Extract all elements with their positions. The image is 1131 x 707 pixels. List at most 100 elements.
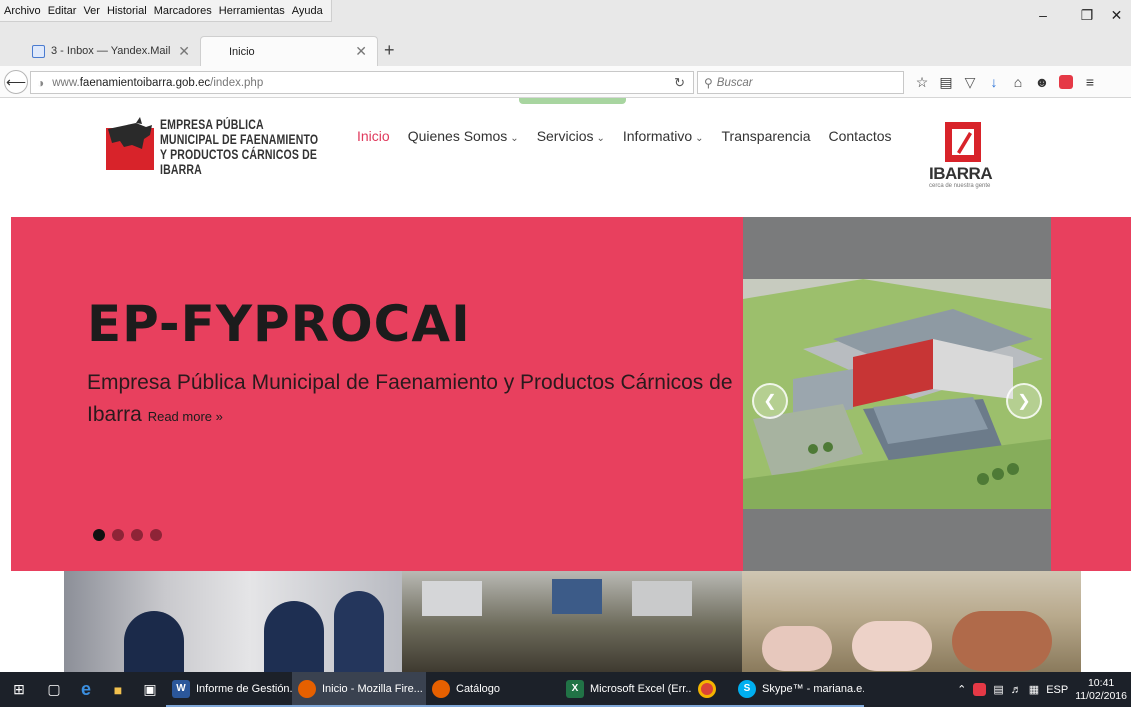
menu-items: Archivo Editar Ver Historial Marcadores … bbox=[0, 0, 332, 22]
chevron-down-icon: ⌄ bbox=[695, 133, 704, 144]
edge-button[interactable]: e bbox=[70, 672, 102, 707]
minimize-button[interactable]: – bbox=[1021, 0, 1065, 30]
read-more-link[interactable]: Read more » bbox=[148, 409, 223, 424]
menu-ayuda[interactable]: Ayuda bbox=[292, 5, 323, 17]
ibarra-name: IBARRA bbox=[929, 164, 993, 183]
site-info-icon[interactable]: ◑ bbox=[37, 76, 44, 90]
toolbar-icons: ☆ ▤ ▽ ↓ ⌂ ☻ ≡ bbox=[910, 72, 1102, 92]
search-icon: ⚲ bbox=[704, 75, 713, 90]
store-button[interactable]: ▣ bbox=[134, 672, 166, 707]
slider-dot-1[interactable] bbox=[93, 529, 105, 541]
menu-herramientas[interactable]: Herramientas bbox=[219, 5, 285, 17]
mail-icon bbox=[32, 44, 45, 58]
tab-yandex-mail[interactable]: 3 - Inbox — Yandex.Mail ✕ bbox=[22, 36, 200, 66]
tab-label: Inicio bbox=[229, 45, 255, 58]
bookmark-star-icon[interactable]: ☆ bbox=[910, 72, 934, 92]
hero-image-facility: ❮ ❯ bbox=[743, 217, 1051, 571]
chrome-icon bbox=[698, 679, 716, 698]
downloads-icon[interactable]: ↓ bbox=[982, 72, 1006, 92]
task-view-button[interactable]: ▢ bbox=[38, 672, 70, 707]
start-button[interactable]: ⊞ bbox=[0, 672, 38, 707]
slider-dot-2[interactable] bbox=[112, 529, 124, 541]
tray-app-icon[interactable] bbox=[973, 683, 987, 696]
task-view-icon: ▢ bbox=[47, 681, 61, 697]
bookmarks-list-icon[interactable]: ▤ bbox=[934, 72, 958, 92]
arrow-left-icon: ❮ bbox=[763, 393, 777, 410]
search-input[interactable]: ⚲ Buscar bbox=[697, 71, 904, 94]
menu-bar: Archivo Editar Ver Historial Marcadores … bbox=[0, 0, 1131, 30]
slider-pagination bbox=[93, 529, 162, 541]
firefox-icon bbox=[432, 679, 450, 698]
logo-text: EMPRESA PÚBLICA MUNICIPAL DE FAENAMIENTO… bbox=[160, 117, 319, 177]
folder-icon: ■ bbox=[113, 681, 123, 698]
chevron-down-icon: ⌄ bbox=[596, 133, 605, 144]
slider-dot-3[interactable] bbox=[131, 529, 143, 541]
addon-icon[interactable] bbox=[1054, 72, 1078, 92]
menu-editar[interactable]: Editar bbox=[48, 5, 77, 17]
slider-dot-4[interactable] bbox=[150, 529, 162, 541]
word-icon: W bbox=[172, 679, 190, 698]
pocket-icon[interactable]: ▽ bbox=[958, 72, 982, 92]
firefox-icon bbox=[298, 679, 316, 698]
navigation-toolbar: ⟵ ◑ www.faenamientoibarra.gob.ec/index.p… bbox=[0, 66, 1131, 98]
task-chrome[interactable] bbox=[692, 672, 732, 707]
task-label: Inicio - Mozilla Fire... bbox=[322, 682, 423, 695]
web-page: EMPRESA PÚBLICA MUNICIPAL DE FAENAMIENTO… bbox=[0, 98, 1131, 672]
back-arrow-icon: ⟵ bbox=[5, 73, 27, 90]
task-firefox-catalogo[interactable]: Catálogo bbox=[426, 672, 560, 707]
url-bar[interactable]: ◑ www.faenamientoibarra.gob.ec/index.php… bbox=[30, 71, 694, 94]
logo-bull-icon bbox=[106, 115, 154, 170]
main-navigation: Inicio Quienes Somos ⌄ Servicios ⌄ Informa… bbox=[357, 128, 892, 144]
url-text: www.faenamientoibarra.gob.ec/index.php bbox=[52, 76, 264, 89]
nav-servicios[interactable]: Servicios ⌄ bbox=[537, 128, 605, 144]
windows-taskbar: ⊞ ▢ e ■ ▣ W Informe de Gestión... Inicio… bbox=[0, 672, 1131, 707]
language-indicator[interactable]: ESP bbox=[1046, 684, 1068, 696]
hero-title: EP-FYPROCAI bbox=[87, 295, 471, 353]
nav-inicio[interactable]: Inicio bbox=[357, 128, 390, 144]
clock[interactable]: 10:41 11/02/2016 bbox=[1075, 677, 1127, 703]
menu-historial[interactable]: Historial bbox=[107, 5, 147, 17]
hero-slider: EP-FYPROCAI Empresa Pública Municipal de… bbox=[11, 217, 1131, 571]
slide-prev-button[interactable]: ❮ bbox=[752, 383, 788, 419]
nav-contactos[interactable]: Contactos bbox=[829, 128, 892, 144]
task-skype[interactable]: S Skype™ - mariana.e... bbox=[732, 672, 864, 707]
nav-transparencia[interactable]: Transparencia bbox=[722, 128, 811, 144]
system-tray: ⌃ ▤ ♬ ▦ ESP 10:41 11/02/2016 bbox=[957, 672, 1131, 707]
file-explorer-button[interactable]: ■ bbox=[102, 672, 134, 707]
close-icon[interactable]: ✕ bbox=[355, 43, 367, 60]
facility-rendering bbox=[743, 279, 1051, 509]
chat-icon[interactable]: ☻ bbox=[1030, 72, 1054, 92]
menu-ver[interactable]: Ver bbox=[83, 5, 100, 17]
photo-cattle-market bbox=[402, 571, 742, 672]
task-excel[interactable]: X Microsoft Excel (Err... bbox=[560, 672, 692, 707]
task-label: Informe de Gestión... bbox=[196, 682, 292, 695]
notifications-icon[interactable]: ▦ bbox=[1029, 683, 1039, 696]
tab-label: 3 - Inbox — Yandex.Mail bbox=[51, 45, 171, 57]
close-icon[interactable]: ✕ bbox=[178, 43, 190, 60]
task-firefox-inicio[interactable]: Inicio - Mozilla Fire... bbox=[292, 672, 426, 707]
menu-marcadores[interactable]: Marcadores bbox=[154, 5, 212, 17]
slide-next-button[interactable]: ❯ bbox=[1006, 383, 1042, 419]
hamburger-menu-icon[interactable]: ≡ bbox=[1078, 72, 1102, 92]
chevron-down-icon: ⌄ bbox=[510, 133, 519, 144]
volume-icon[interactable]: ♬ bbox=[1011, 684, 1022, 696]
reload-icon[interactable]: ↻ bbox=[674, 75, 685, 91]
back-button[interactable]: ⟵ bbox=[4, 70, 28, 94]
search-placeholder: Buscar bbox=[716, 76, 753, 89]
close-window-button[interactable]: ✕ bbox=[1102, 0, 1131, 30]
chevron-up-icon[interactable]: ⌃ bbox=[957, 683, 966, 696]
arrow-right-icon: ❯ bbox=[1017, 393, 1031, 410]
nav-quienes-somos[interactable]: Quienes Somos ⌄ bbox=[408, 128, 519, 144]
ibarra-emblem-icon bbox=[945, 122, 981, 162]
task-word[interactable]: W Informe de Gestión... bbox=[166, 672, 292, 707]
tab-inicio[interactable]: Inicio ✕ bbox=[200, 36, 378, 66]
task-label: Microsoft Excel (Err... bbox=[590, 682, 692, 695]
new-tab-button[interactable]: + bbox=[384, 40, 395, 61]
menu-archivo[interactable]: Archivo bbox=[4, 5, 41, 17]
site-logo[interactable]: EMPRESA PÚBLICA MUNICIPAL DE FAENAMIENTO… bbox=[106, 115, 346, 177]
ibarra-logo[interactable]: IBARRA cerca de nuestra gente bbox=[925, 122, 1005, 197]
home-icon[interactable]: ⌂ bbox=[1006, 72, 1030, 92]
network-icon[interactable]: ▤ bbox=[993, 683, 1003, 696]
nav-informativo[interactable]: Informativo ⌄ bbox=[623, 128, 704, 144]
store-icon: ▣ bbox=[143, 681, 157, 697]
